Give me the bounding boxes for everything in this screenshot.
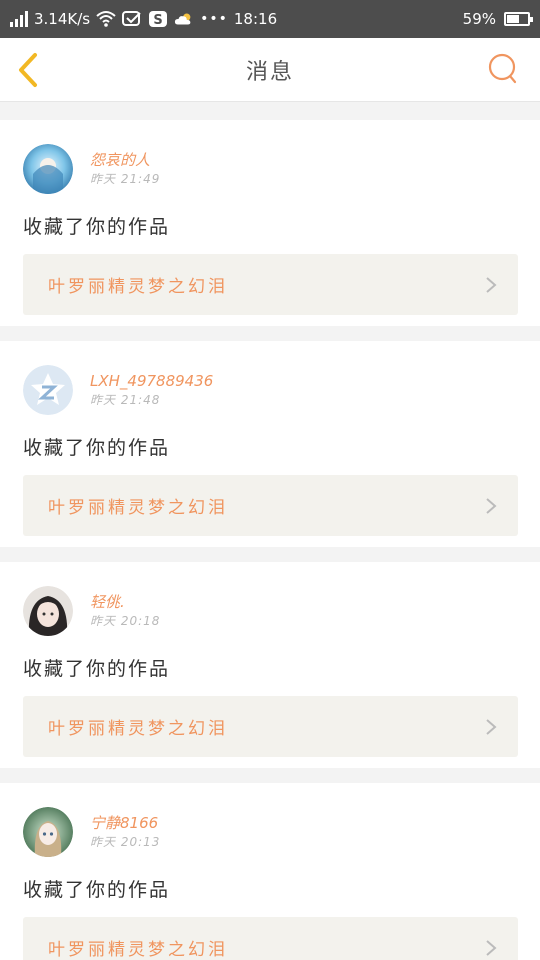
notification-card: LXH_497889436 昨天 21:48 收藏了你的作品 叶罗丽精灵梦之幻泪 xyxy=(0,341,540,547)
battery-icon xyxy=(504,12,533,26)
svg-text:S: S xyxy=(153,13,162,28)
weather-cloud-icon xyxy=(175,13,191,25)
timestamp: 昨天 21:49 xyxy=(90,172,161,186)
action-text: 收藏了你的作品 xyxy=(23,658,171,680)
chevron-right-icon xyxy=(486,497,497,514)
search-icon xyxy=(488,53,517,84)
timestamp: 昨天 21:48 xyxy=(90,393,161,407)
app-bar: 消息 xyxy=(0,38,540,102)
sogou-icon: S xyxy=(149,11,168,28)
work-title: 叶罗丽精灵梦之幻泪 xyxy=(48,940,228,960)
notification-card: 轻佻. 昨天 20:18 收藏了你的作品 叶罗丽精灵梦之幻泪 xyxy=(0,562,540,768)
username[interactable]: 宁静8166 xyxy=(90,813,160,833)
work-link[interactable]: 叶罗丽精灵梦之幻泪 xyxy=(23,254,518,315)
action-text: 收藏了你的作品 xyxy=(23,216,171,238)
username[interactable]: 轻佻. xyxy=(90,592,160,612)
chevron-right-icon xyxy=(486,718,497,735)
timestamp: 昨天 20:13 xyxy=(90,835,161,849)
network-speed: 3.14K/s xyxy=(34,10,91,28)
action-text: 收藏了你的作品 xyxy=(23,437,171,459)
work-title: 叶罗丽精灵梦之幻泪 xyxy=(48,498,228,518)
more-notifications-icon: ••• xyxy=(200,11,228,27)
clock: 18:16 xyxy=(233,10,278,28)
notification-card: 宁静8166 昨天 20:13 收藏了你的作品 叶罗丽精灵梦之幻泪 xyxy=(0,783,540,960)
message-check-icon xyxy=(122,11,141,26)
username[interactable]: LXH_497889436 xyxy=(90,371,213,391)
work-link[interactable]: 叶罗丽精灵梦之幻泪 xyxy=(23,917,518,960)
notification-list[interactable]: 怨哀的人 昨天 21:49 收藏了你的作品 叶罗丽精灵梦之幻泪 LXH_4978… xyxy=(0,102,540,960)
avatar[interactable] xyxy=(23,807,73,857)
work-link[interactable]: 叶罗丽精灵梦之幻泪 xyxy=(23,696,518,757)
work-title: 叶罗丽精灵梦之幻泪 xyxy=(48,719,228,739)
action-text: 收藏了你的作品 xyxy=(23,879,171,901)
chevron-left-icon xyxy=(19,53,37,87)
status-bar: 3.14K/s S ••• 18:16 59% xyxy=(0,0,540,38)
notification-card: 怨哀的人 昨天 21:49 收藏了你的作品 叶罗丽精灵梦之幻泪 xyxy=(0,120,540,326)
chevron-right-icon xyxy=(486,276,497,293)
chevron-right-icon xyxy=(486,939,497,956)
timestamp: 昨天 20:18 xyxy=(90,614,161,628)
signal-icon xyxy=(10,11,28,27)
avatar[interactable] xyxy=(23,365,73,415)
work-title: 叶罗丽精灵梦之幻泪 xyxy=(48,277,228,297)
page-title: 消息 xyxy=(245,59,294,85)
search-button[interactable] xyxy=(488,52,518,86)
battery-percent: 59% xyxy=(462,10,496,28)
avatar[interactable] xyxy=(23,586,73,636)
work-link[interactable]: 叶罗丽精灵梦之幻泪 xyxy=(23,475,518,536)
username[interactable]: 怨哀的人 xyxy=(90,150,160,170)
back-button[interactable] xyxy=(14,50,44,90)
avatar[interactable] xyxy=(23,144,73,194)
wifi-icon xyxy=(96,11,116,27)
